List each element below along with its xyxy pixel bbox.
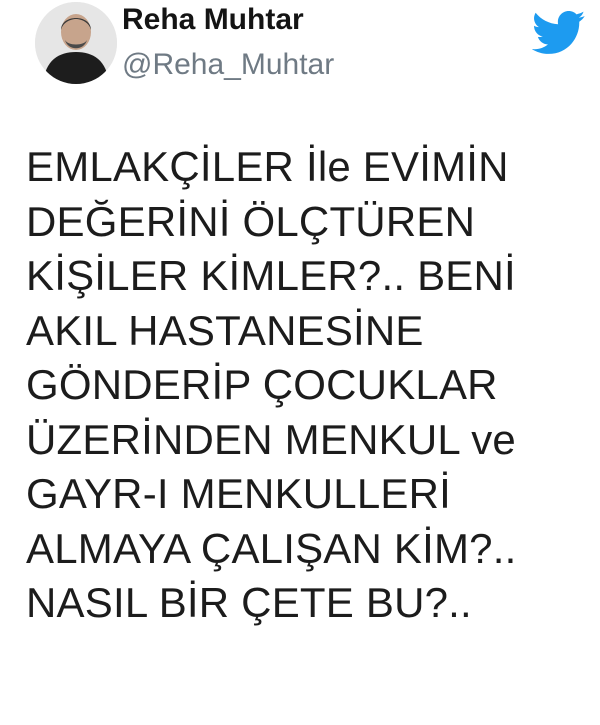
tweet-card: Reha Muhtar @Reha_Muhtar EMLAKÇİLER İle … <box>0 0 600 725</box>
tweet-text: EMLAKÇİLER İle EVİMİN DEĞERİNİ ÖLÇTÜREN … <box>26 143 517 626</box>
avatar[interactable] <box>35 2 117 84</box>
author-handle[interactable]: @Reha_Muhtar <box>122 48 334 82</box>
profile-photo-icon <box>35 2 117 84</box>
twitter-bird-icon[interactable] <box>532 10 586 56</box>
author-name[interactable]: Reha Muhtar <box>122 3 304 37</box>
